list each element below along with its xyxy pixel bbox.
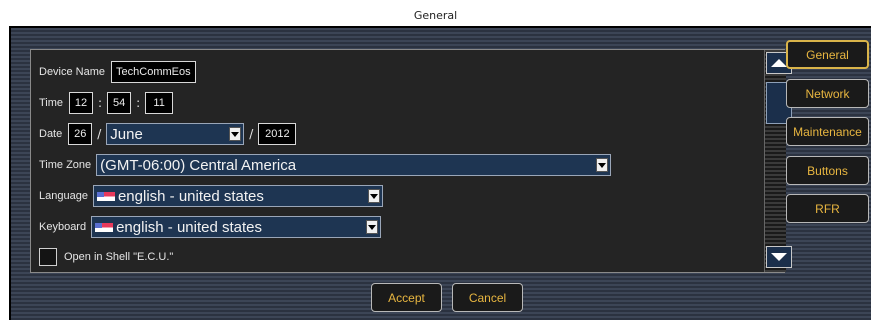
language-dropdown[interactable]: english - united states: [92, 185, 383, 207]
language-value: english - united states: [117, 187, 264, 205]
tab-buttons[interactable]: Buttons: [786, 156, 869, 185]
date-month-dropdown[interactable]: June: [106, 123, 245, 145]
timezone-label: Time Zone: [39, 159, 92, 171]
date-month-value: June: [110, 125, 143, 143]
us-flag-icon: [96, 191, 115, 201]
device-name-row: Device Name TechCommEos: [39, 61, 196, 83]
tab-general[interactable]: General: [786, 40, 869, 69]
accept-button[interactable]: Accept: [371, 283, 442, 312]
chevron-down-icon[interactable]: [366, 220, 379, 234]
date-separator: /: [249, 127, 254, 141]
time-separator: :: [98, 96, 103, 110]
time-seconds-field[interactable]: 11: [145, 92, 174, 114]
keyboard-dropdown[interactable]: english - united states: [91, 216, 382, 238]
dialog-frame: Device Name TechCommEos Time 12 : 54 : 1…: [9, 26, 871, 320]
us-flag-icon: [95, 222, 114, 232]
timezone-row: Time Zone (GMT-06:00) Central America: [39, 154, 612, 176]
date-year-field[interactable]: 2012: [258, 123, 297, 145]
open-in-shell-checkbox[interactable]: [39, 248, 57, 266]
time-row: Time 12 : 54 : 11: [39, 92, 174, 114]
date-row: Date 26 / June / 2012: [39, 123, 297, 145]
triangle-down-icon: [771, 253, 787, 261]
shell-row: Open in Shell "E.C.U.": [39, 246, 173, 268]
open-in-shell-label: Open in Shell "E.C.U.": [64, 251, 174, 263]
tab-network[interactable]: Network: [786, 79, 869, 108]
keyboard-value: english - united states: [116, 218, 263, 236]
language-row: Language english - united states: [39, 185, 383, 207]
timezone-value: (GMT-06:00) Central America: [100, 156, 297, 174]
scrollbar[interactable]: [764, 50, 792, 272]
language-label: Language: [39, 190, 88, 202]
scroll-down-button[interactable]: [766, 246, 792, 268]
tab-maintenance[interactable]: Maintenance: [786, 117, 869, 146]
time-minutes-field[interactable]: 54: [107, 92, 132, 114]
date-separator: /: [97, 127, 102, 141]
time-separator: :: [136, 96, 141, 110]
window-title: General: [413, 9, 458, 22]
time-label: Time: [39, 97, 64, 109]
chevron-down-icon[interactable]: [367, 189, 380, 203]
keyboard-label: Keyboard: [39, 221, 87, 233]
tab-rfr[interactable]: RFR: [786, 194, 869, 223]
settings-panel: Device Name TechCommEos Time 12 : 54 : 1…: [30, 49, 792, 273]
device-name-field[interactable]: TechCommEos: [111, 61, 196, 83]
date-label: Date: [39, 128, 63, 140]
time-hours-field[interactable]: 12: [69, 92, 94, 114]
timezone-dropdown[interactable]: (GMT-06:00) Central America: [96, 154, 612, 176]
cancel-button[interactable]: Cancel: [452, 283, 523, 312]
chevron-down-icon[interactable]: [229, 127, 242, 141]
chevron-down-icon[interactable]: [596, 158, 609, 172]
device-name-label: Device Name: [39, 66, 106, 78]
date-day-field[interactable]: 26: [68, 123, 93, 145]
triangle-up-icon: [771, 59, 787, 67]
keyboard-row: Keyboard english - united states: [39, 216, 382, 238]
